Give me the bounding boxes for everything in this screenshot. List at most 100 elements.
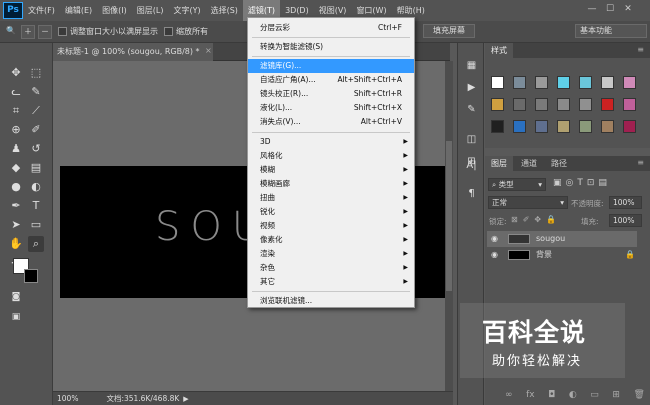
pen-tool-icon[interactable]: ✒ [8, 198, 24, 214]
menu-item-vanishing-point[interactable]: 消失点(V)... Alt+Ctrl+V [248, 115, 414, 129]
clone-stamp-icon[interactable]: ♟ [8, 141, 24, 157]
lock-icons[interactable]: ⊠✐✥🔒 [511, 215, 561, 224]
menu-item-blur-gallery[interactable]: 模糊画廊 ▶ [248, 177, 414, 191]
style-swatch[interactable] [623, 98, 636, 111]
quick-select-tool-icon[interactable]: ✎ [28, 84, 44, 100]
properties-icon[interactable]: ◫ [463, 131, 480, 148]
menu-select[interactable]: 选择(S) [206, 0, 243, 21]
menu-item-noise[interactable]: 杂色 ▶ [248, 261, 414, 275]
opacity-field[interactable]: 100% [609, 196, 642, 209]
tab-paths[interactable]: 路径 [545, 156, 573, 171]
menu-edit[interactable]: 编辑(E) [60, 0, 97, 21]
style-swatch[interactable] [513, 120, 526, 133]
document-tab[interactable]: 未标题-1 @ 100% (sougou, RGB/8) * [53, 43, 213, 61]
style-swatch[interactable] [579, 76, 592, 89]
vertical-scrollbar[interactable] [445, 61, 453, 391]
character-icon[interactable]: A| [463, 157, 480, 174]
tab-styles[interactable]: 样式 [485, 43, 513, 58]
layer-row-sougou[interactable]: ◉ sougou [487, 231, 637, 247]
menu-item-clouds[interactable]: 分层云彩 Ctrl+F [248, 21, 414, 35]
menu-item-sharpen[interactable]: 锐化 ▶ [248, 205, 414, 219]
tab-channels[interactable]: 通道 [515, 156, 543, 171]
move-tool-icon[interactable]: ✥ [8, 65, 24, 81]
crop-tool-icon[interactable]: ⌗ [8, 103, 24, 119]
adjustment-layer-icon[interactable]: ◐ [569, 390, 577, 402]
menu-type[interactable]: 文字(Y) [168, 0, 205, 21]
scroll-thumb[interactable] [446, 141, 452, 291]
menu-item-stylize[interactable]: 风格化 ▶ [248, 149, 414, 163]
style-swatch[interactable] [513, 76, 526, 89]
menu-item-adaptive-wide-angle[interactable]: 自适应广角(A)... Alt+Shift+Ctrl+A [248, 73, 414, 87]
menu-item-liquify[interactable]: 液化(L)... Shift+Ctrl+X [248, 101, 414, 115]
zoom-tool-icon[interactable]: ⌕ [28, 236, 44, 252]
menu-item-smart-filter[interactable]: 转换为智能滤镜(S) [248, 40, 414, 54]
status-arrow-icon[interactable]: ▶ [183, 395, 188, 403]
minimize-button[interactable]: — [586, 3, 598, 15]
style-swatch[interactable] [535, 76, 548, 89]
menu-item-3d[interactable]: 3D ▶ [248, 135, 414, 149]
style-swatch[interactable] [491, 76, 504, 89]
menu-item-video[interactable]: 视频 ▶ [248, 219, 414, 233]
type-tool-icon[interactable]: T [28, 198, 44, 214]
menu-item-lens-correction[interactable]: 镜头校正(R)... Shift+Ctrl+R [248, 87, 414, 101]
quick-mask-icon[interactable]: ◙ [8, 289, 24, 305]
fill-screen-button[interactable]: 填充屏幕 [423, 24, 475, 38]
adjustments-icon[interactable]: ✎ [463, 101, 480, 118]
visibility-eye-icon[interactable]: ◉ [491, 231, 498, 247]
style-swatch[interactable] [491, 98, 504, 111]
paragraph-icon[interactable]: ¶ [463, 185, 480, 202]
close-tab-icon[interactable]: × [205, 46, 212, 55]
actions-play-icon[interactable]: ▶ [463, 79, 480, 96]
menu-item-other[interactable]: 其它 ▶ [248, 275, 414, 289]
history-brush-icon[interactable]: ↺ [28, 141, 44, 157]
style-swatch[interactable] [513, 98, 526, 111]
menu-item-blur[interactable]: 模糊 ▶ [248, 163, 414, 177]
style-swatch[interactable] [579, 98, 592, 111]
style-swatch[interactable] [601, 76, 614, 89]
gradient-tool-icon[interactable]: ▤ [28, 160, 44, 176]
style-swatch[interactable] [535, 120, 548, 133]
background-color-swatch[interactable] [24, 269, 38, 283]
fill-field[interactable]: 100% [609, 214, 642, 227]
screen-mode-icon[interactable]: ▣ [8, 309, 24, 325]
zoom-all-checkbox[interactable] [164, 27, 173, 36]
delete-layer-icon[interactable]: 🗑 [634, 390, 645, 402]
lasso-tool-icon[interactable]: ᓚ [8, 84, 24, 100]
menu-item-browse-online[interactable]: 浏览联机滤镜... [248, 294, 414, 308]
zoom-out-icon[interactable]: － [38, 24, 52, 39]
healing-brush-icon[interactable]: ⊕ [8, 122, 24, 138]
dodge-tool-icon[interactable]: ◐ [28, 179, 44, 195]
layer-kind-filter[interactable]: ⌕ 类型 ▾ [488, 178, 546, 191]
style-swatch[interactable] [623, 120, 636, 133]
layer-row-background[interactable]: ◉ 背景 🔒 [487, 247, 637, 263]
blend-mode-select[interactable]: 正常 ▾ [488, 196, 568, 209]
style-swatch[interactable] [601, 120, 614, 133]
style-swatch[interactable] [557, 120, 570, 133]
style-swatch[interactable] [535, 98, 548, 111]
menu-file[interactable]: 文件(F) [23, 0, 60, 21]
style-swatch[interactable] [491, 120, 504, 133]
menu-item-pixelate[interactable]: 像素化 ▶ [248, 233, 414, 247]
shape-tool-icon[interactable]: ▭ [28, 217, 44, 233]
layer-style-icon[interactable]: fx [526, 390, 535, 402]
history-panel-icon[interactable]: ▦ [463, 57, 480, 74]
new-layer-icon[interactable]: ⊞ [612, 390, 620, 402]
menu-item-filter-gallery[interactable]: 滤镜库(G)... [248, 59, 414, 73]
panel-menu-icon[interactable]: ≡ [637, 158, 644, 167]
style-swatch[interactable] [579, 120, 592, 133]
style-swatch[interactable] [601, 98, 614, 111]
layer-filter-icons[interactable]: ▣◎T⊡▤ [553, 178, 611, 188]
path-select-icon[interactable]: ➤ [8, 217, 24, 233]
tab-layers[interactable]: 图层 [485, 156, 513, 171]
brush-tool-icon[interactable]: ✐ [28, 122, 44, 138]
style-swatch[interactable] [623, 76, 636, 89]
menu-item-distort[interactable]: 扭曲 ▶ [248, 191, 414, 205]
zoom-tool-preset-icon[interactable]: 🔍 [4, 25, 18, 39]
zoom-in-icon[interactable]: ＋ [21, 24, 35, 39]
eyedropper-tool-icon[interactable]: ⟋ [28, 103, 44, 119]
style-swatch[interactable] [557, 98, 570, 111]
resize-windows-checkbox[interactable] [58, 27, 67, 36]
blur-tool-icon[interactable]: ● [8, 179, 24, 195]
visibility-eye-icon[interactable]: ◉ [491, 247, 498, 263]
new-group-icon[interactable]: ▭ [590, 390, 599, 402]
